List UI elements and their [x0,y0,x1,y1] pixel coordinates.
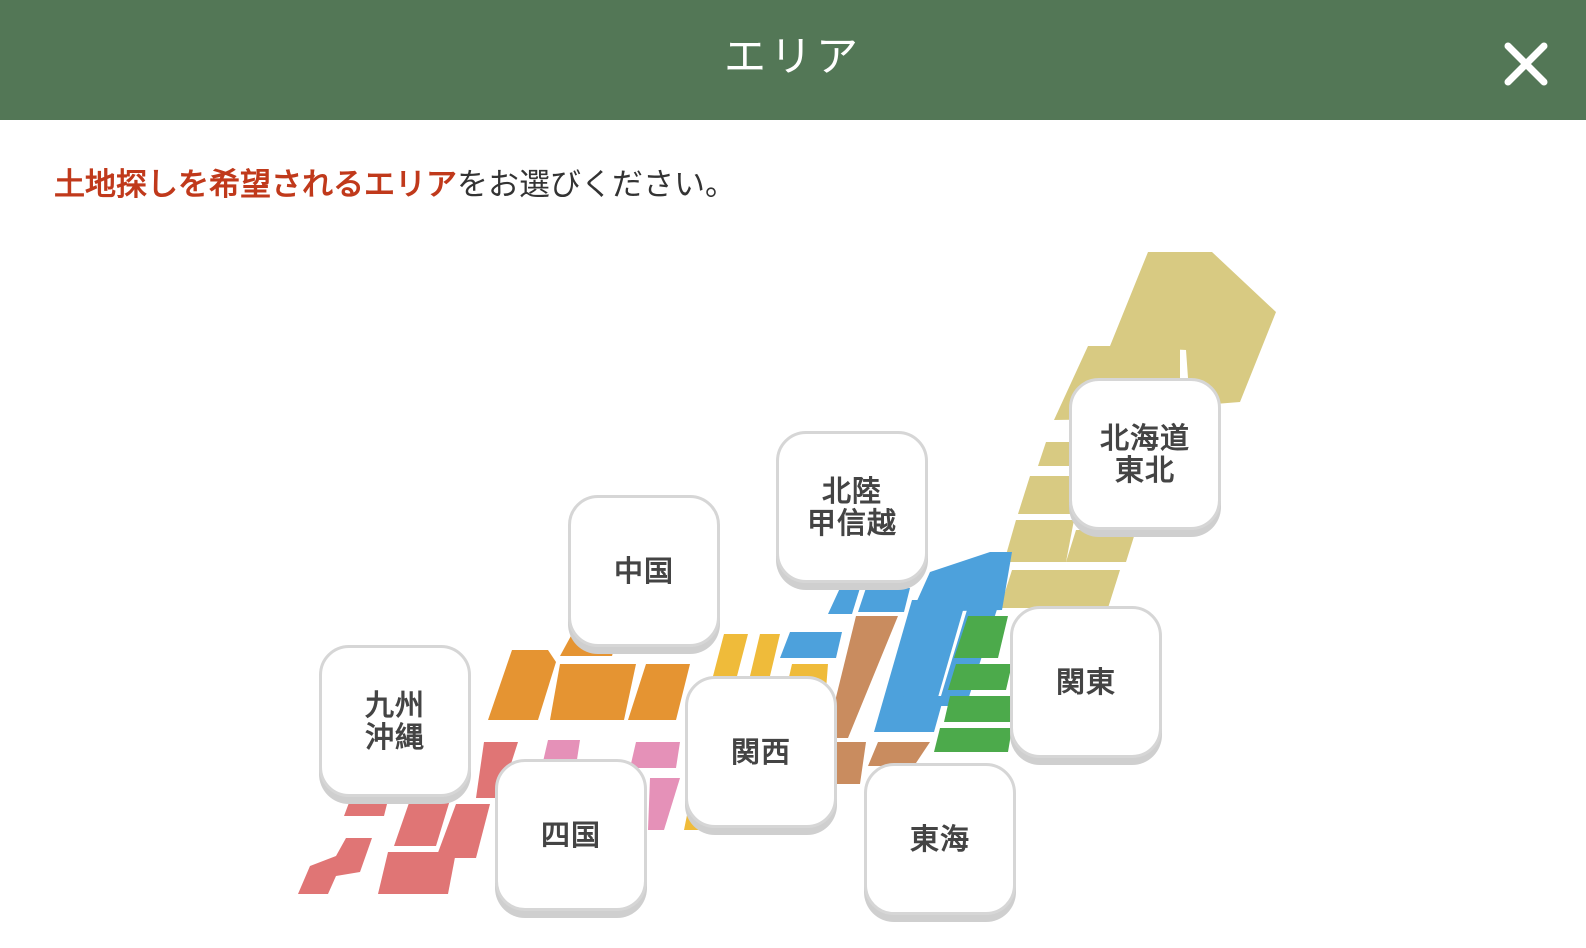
region-button-kanto[interactable]: 関東 [1010,606,1162,758]
region-button-kyushu-okinawa[interactable]: 九州 沖縄 [319,645,471,797]
region-label: 東北 [1114,453,1175,487]
map-tile [394,800,450,846]
map-tile [1004,520,1074,562]
map-tile [1000,570,1120,608]
map-tile [828,588,860,614]
region-button-hokkaido-tohoku[interactable]: 北海道 東北 [1069,378,1221,530]
region-button-hokuriku-koshinetsu[interactable]: 北陸 甲信越 [776,431,928,583]
map-tile [712,634,748,680]
map-tile [550,664,636,720]
region-label: 北海道 [1099,421,1190,455]
region-label: 北陸 [821,474,882,508]
map-tile [944,696,1012,722]
map-tile [934,728,1012,752]
map-tile [344,800,388,816]
map-tile [954,616,1008,658]
map-tile [1066,530,1136,562]
region-button-chugoku[interactable]: 中国 [568,495,720,647]
map-tile [648,778,680,830]
region-label: 中国 [613,554,674,588]
map-tile [630,742,680,768]
map-tile [858,588,910,612]
map-tile [628,664,690,720]
region-label: 甲信越 [806,506,897,540]
region-button-shikoku[interactable]: 四国 [495,759,647,911]
map-tile [780,632,842,658]
region-label: 九州 [364,688,425,722]
region-button-kansai[interactable]: 関西 [685,676,837,828]
region-label: 関東 [1055,665,1116,699]
region-label: 東海 [909,822,970,856]
map-tile [488,650,556,720]
map-tile [298,838,372,894]
map-tile [750,634,780,676]
region-button-tokai[interactable]: 東海 [864,763,1016,915]
map-tile [378,852,456,894]
region-label: 四国 [540,818,601,852]
region-label: 沖縄 [364,720,425,754]
map-tile [948,664,1012,690]
region-label: 関西 [730,735,791,769]
